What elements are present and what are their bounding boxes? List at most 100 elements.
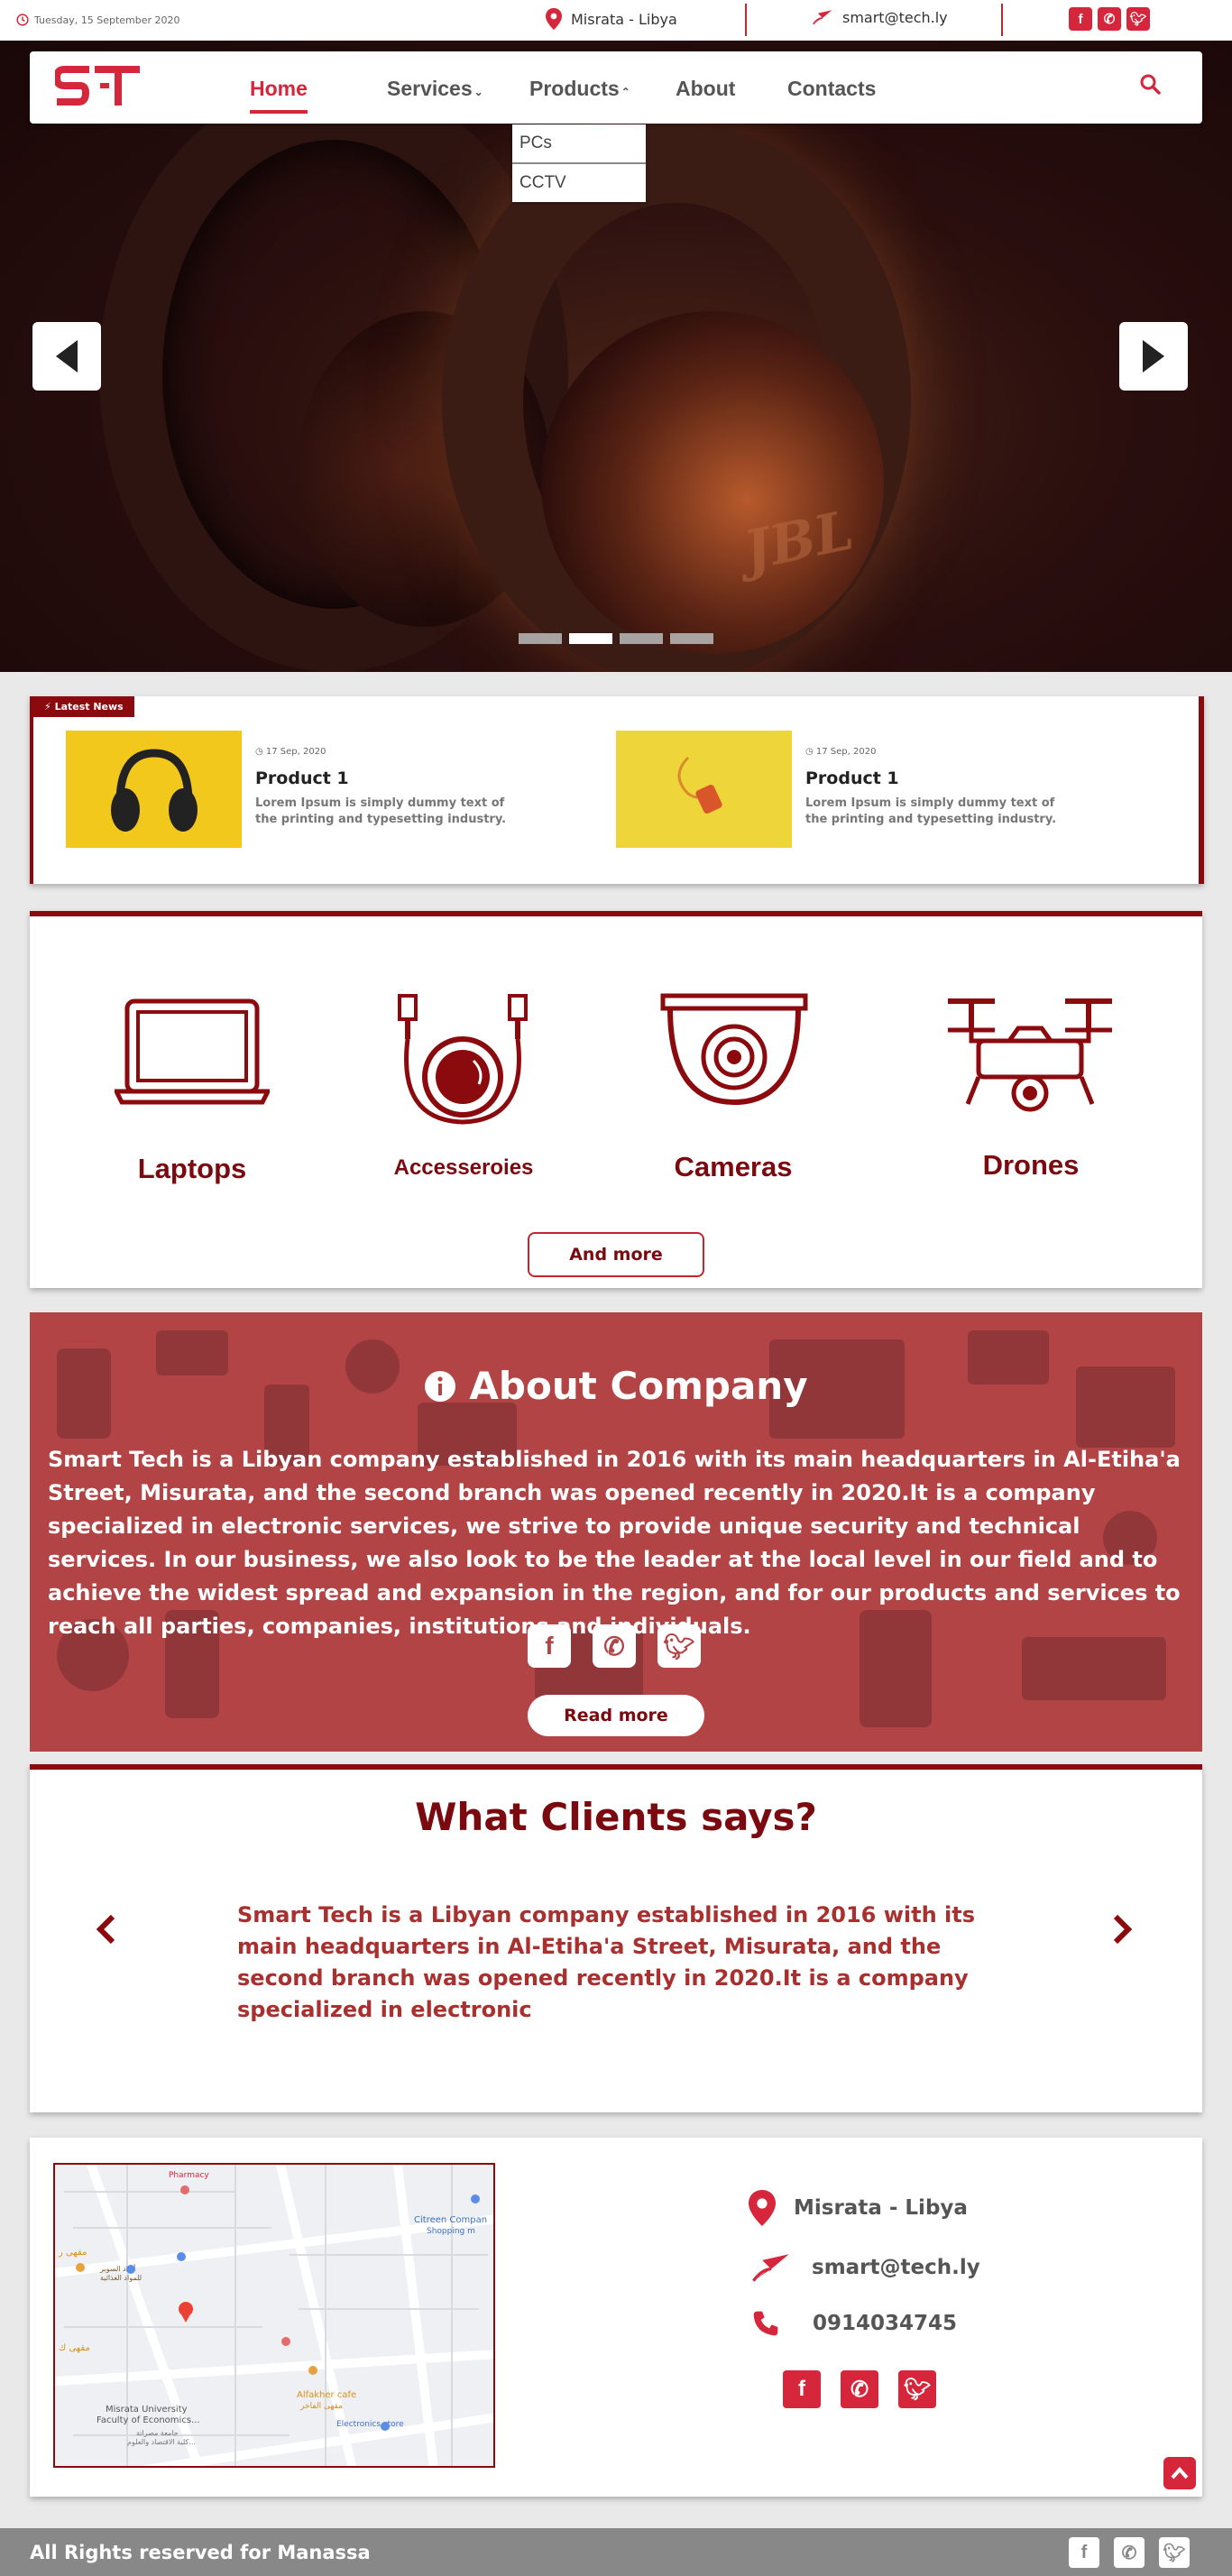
nav-contacts[interactable]: Contacts [787,77,876,101]
date-text: Tuesday, 15 September 2020 [34,14,180,26]
send-icon [813,10,832,25]
contact-section: Pharmacy Citreen Compan Shopping m مقهى … [30,2138,1202,2497]
facebook-icon[interactable]: f [1069,2537,1099,2568]
footer: All Rights reserved for Manassa f ✆ 🐦︎ [0,2528,1232,2576]
clients-title: What Clients says? [415,1795,817,1839]
facebook-icon[interactable]: f [1069,7,1092,31]
categories-section: Laptops Accesseroies Cameras Drones And … [30,911,1202,1288]
top-email-text: smart@tech.ly [842,8,948,26]
dropdown-item-pcs[interactable]: PCs [512,124,646,164]
footer-socials: f ✆ 🐦︎ [1069,2537,1190,2568]
slider-dot[interactable] [620,633,663,644]
chevron-up-icon [1171,2467,1189,2479]
chevron-down-icon: ⌄ [473,86,483,98]
copyright-text: All Rights reserved for Manassa [30,2542,371,2563]
nav-about[interactable]: About [676,77,735,101]
facebook-icon[interactable]: f [783,2370,821,2408]
contact-location: Misrata - Libya [749,2190,968,2226]
map-label-alfakher: Alfakher cafe [297,2390,356,2400]
site-logo[interactable] [52,66,142,113]
slider-next-button[interactable] [1119,322,1188,391]
slider-dots [519,633,713,644]
top-email[interactable]: smart@tech.ly [812,8,948,26]
category-laptops[interactable]: Laptops [120,1153,264,1185]
send-icon [752,2254,789,2282]
location-pin-icon [546,8,562,30]
news-text: Lorem Ipsum is simply dummy text of the … [255,796,507,826]
triangle-right-icon [1143,340,1164,373]
whatsapp-icon[interactable]: ✆ [1114,2537,1145,2568]
location-map[interactable]: Pharmacy Citreen Compan Shopping m مقهى … [53,2163,495,2468]
slider-dot-active[interactable] [569,633,612,644]
news-image-headphones [66,731,242,848]
clients-section: What Clients says? Smart Tech is a Libya… [30,1764,1202,2112]
news-date: ◷ 17 Sep, 2020 [805,747,877,757]
laptop-icon[interactable] [115,998,270,1109]
category-cameras[interactable]: Cameras [661,1151,805,1183]
news-title[interactable]: Product 1 [255,768,349,788]
latest-news-tag: ⚡︎ Latest News [33,696,134,717]
about-text: Smart Tech is a Libyan company establish… [48,1447,1181,1639]
whatsapp-icon[interactable]: ✆ [1098,7,1121,31]
search-icon [1140,74,1161,95]
main-navbar: Home Services ⌄ Products ⌃ About Contacts [30,51,1202,124]
location-pin-icon [749,2190,776,2226]
nav-services[interactable]: Services ⌄ [387,77,483,101]
twitter-icon[interactable]: 🐦︎ [1159,2537,1190,2568]
read-more-button[interactable]: Read more [528,1695,704,1736]
drone-icon[interactable] [946,992,1114,1118]
contact-phone[interactable]: 0914034745 [751,2309,957,2338]
twitter-icon[interactable]: 🐦︎ [898,2370,936,2408]
map-label-cafe2-arabic: مقهى ك [59,2343,90,2353]
chevron-up-icon: ⌃ [621,86,630,98]
whatsapp-icon[interactable]: ✆ [593,1624,636,1668]
news-image-cable [616,731,792,848]
twitter-icon[interactable]: 🐦︎ [657,1624,701,1668]
date-display: Tuesday, 15 September 2020 [16,14,180,26]
category-drones[interactable]: Drones [959,1149,1103,1182]
about-title: About Company [30,1364,1202,1408]
news-title[interactable]: Product 1 [805,768,899,788]
chevron-right-icon [1113,1914,1133,1945]
slider-dot[interactable] [670,633,713,644]
search-button[interactable] [1139,73,1161,98]
top-bar: Tuesday, 15 September 2020 Misrata - Lib… [0,0,1232,41]
contact-email[interactable]: smart@tech.ly [749,2251,980,2284]
map-label-pharmacy: Pharmacy [169,2171,209,2180]
twitter-icon[interactable]: 🐦︎ [1126,7,1150,31]
map-label-citreen: Citreen Compan [414,2215,487,2225]
slider-prev-button[interactable] [32,322,101,391]
latest-news: ⚡︎ Latest News ◷ 17 Sep, 2020 Product 1 … [30,696,1204,884]
nav-home[interactable]: Home [250,77,308,114]
triangle-left-icon [56,340,78,373]
slider-dot[interactable] [519,633,562,644]
whatsapp-icon[interactable]: ✆ [841,2370,878,2408]
top-location: Misrata - Libya [546,8,677,30]
category-accessories[interactable]: Accesseroies [378,1155,549,1181]
products-dropdown: PCs CCTV [512,124,646,202]
testimonial-text: Smart Tech is a Libyan company establish… [237,1902,976,2022]
about-socials: f ✆ 🐦︎ [528,1624,701,1668]
contact-socials: f ✆ 🐦︎ [783,2370,936,2408]
cable-icon[interactable] [391,994,535,1129]
testimonial-prev-button[interactable] [96,1914,116,1948]
about-section: About Company Smart Tech is a Libyan com… [30,1312,1202,1752]
dropdown-item-cctv[interactable]: CCTV [512,164,646,202]
chevron-left-icon [96,1914,115,1945]
cctv-camera-icon[interactable] [657,992,811,1109]
testimonial-next-button[interactable] [1112,1914,1133,1948]
facebook-icon[interactable]: f [528,1624,571,1668]
divider [1001,4,1003,36]
map-label-electronics: Electronics store [336,2420,404,2429]
news-text: Lorem Ipsum is simply dummy text of the … [805,796,1057,826]
and-more-button[interactable]: And more [528,1232,704,1277]
scroll-to-top-button[interactable] [1163,2457,1196,2489]
info-icon [425,1370,456,1402]
top-location-text: Misrata - Libya [571,10,677,28]
map-label-university-arabic: جامعة مصراتة [136,2429,179,2437]
map-label-citreen-shopping: Shopping m [427,2227,475,2236]
map-label-alfakher-arabic: مقهى الفاخر [299,2402,343,2411]
top-socials: f ✆ 🐦︎ [1069,7,1150,31]
nav-products[interactable]: Products ⌃ [529,77,630,101]
clock-icon [16,14,29,26]
